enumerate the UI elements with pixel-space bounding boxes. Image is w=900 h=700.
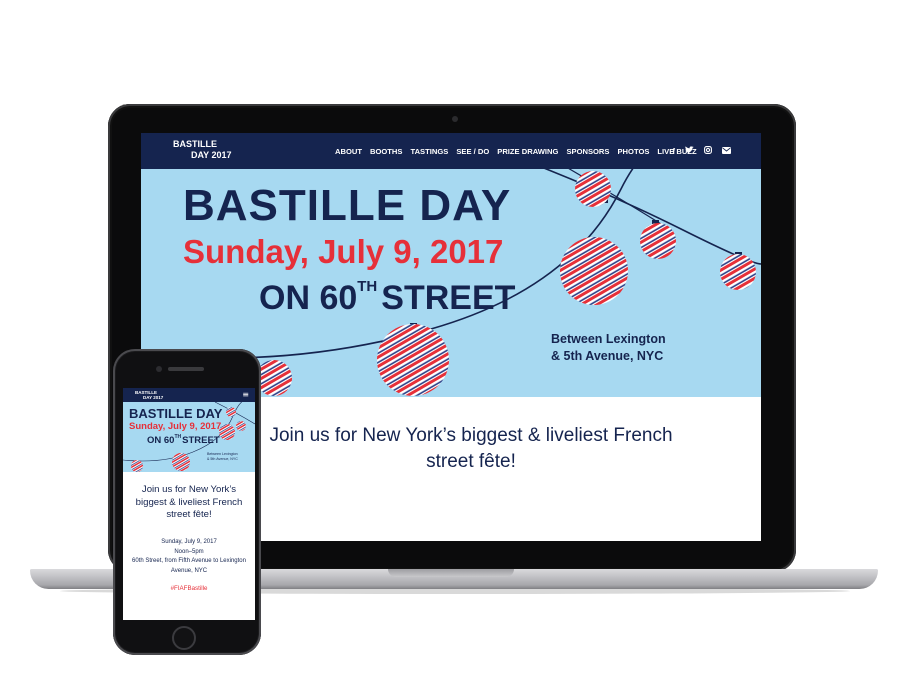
twitter-icon[interactable] [685,146,694,156]
tagline-line2: street fête! [426,451,516,472]
phone-hero-street-suffix: STREET [182,435,220,446]
site-logo[interactable]: BASTILLE DAY 2017 [173,139,232,161]
nav-link-about[interactable]: ABOUT [331,147,366,156]
nav-link-photos[interactable]: PHOTOS [613,147,653,156]
hero-location-line1: Between Lexington [551,332,666,346]
instagram-icon[interactable] [704,146,712,156]
hero-street: ON 60TH STREET [259,278,515,318]
nav-link-sponsors[interactable]: SPONSORS [562,147,613,156]
email-icon[interactable] [722,146,731,156]
tagline-line1: Join us for New York’s biggest & livelie… [269,425,673,446]
logo-line2: DAY 2017 [191,150,232,160]
phone-camera [156,366,162,372]
phone-hero-street: ON 60THSTREET [147,434,220,446]
phone-hero-location: Between Lexington & 5th Avenue, NYC [207,452,238,462]
nav-link-prize-drawing[interactable]: PRIZE DRAWING [493,147,562,156]
phone-hero-title: BASTILLE DAY [129,406,223,421]
phone-event-info: Sunday, July 9, 2017 Noon–5pm 60th Stree… [127,538,251,576]
phone-info-time: Noon–5pm [174,548,204,555]
nav-link-booths[interactable]: BOOTHS [366,147,407,156]
phone-info-location-line2: Avenue, NYC [170,567,208,574]
hero-title: BASTILLE DAY [183,181,512,230]
hero-street-suffix: STREET [381,279,516,317]
hero-location: Between Lexington & 5th Avenue, NYC [551,331,666,365]
facebook-icon[interactable]: f [672,147,675,156]
phone-site-logo[interactable]: BASTILLE DAY 2017 [135,390,163,400]
phone-hero-banner: BASTILLE DAY Sunday, July 9, 2017 ON 60T… [123,402,255,472]
phone-hashtag-link[interactable]: #FIAFBastille [127,585,251,592]
nav-link-see-do[interactable]: SEE / DO [452,147,493,156]
phone-nav-bar: BASTILLE DAY 2017 ≡ [123,388,255,402]
hero-date: Sunday, July 9, 2017 [183,233,504,270]
phone-tagline-line1: Join us for New York’s [141,484,237,495]
logo-line1: BASTILLE [173,139,217,149]
site-tagline: Join us for New York’s biggest & livelie… [191,423,751,475]
nav-link-tastings[interactable]: TASTINGS [407,147,453,156]
phone-hero-date: Sunday, July 9, 2017 [129,421,222,432]
social-icons: f [672,133,731,169]
phone-screen: BASTILLE DAY 2017 ≡ BASTILLE DAY Sunday,… [123,388,255,620]
hamburger-menu-icon[interactable]: ≡ [242,389,249,401]
phone-speaker [168,367,204,371]
hero-street-prefix: ON 60 [259,279,358,317]
phone-tagline-line3: street fête! [166,509,212,520]
laptop-camera [452,116,458,122]
hero-location-line2: & 5th Avenue, NYC [551,349,664,363]
phone-logo-line2: DAY 2017 [143,395,164,400]
phone-hero-location-line2: & 5th Avenue, NYC [207,457,238,461]
phone-tagline-line2: biggest & liveliest French [135,496,243,508]
phone-hero-street-prefix: ON 60 [147,435,175,446]
phone-info-date: Sunday, July 9, 2017 [161,539,217,545]
hero-street-sup: TH [357,278,378,295]
laptop-opening-notch [388,569,514,577]
phone-home-button[interactable] [172,626,196,650]
phone-info-location-line1: 60th Street, from Fifth Avenue to Lexing… [132,558,246,564]
nav-links: ABOUT BOOTHS TASTINGS SEE / DO PRIZE DRA… [331,133,701,169]
phone-tagline: Join us for New York’s biggest & livelie… [127,484,251,522]
phone-hero-street-sup: TH [174,434,182,440]
site-nav-bar: BASTILLE DAY 2017 ABOUT BOOTHS TASTINGS … [141,133,761,169]
